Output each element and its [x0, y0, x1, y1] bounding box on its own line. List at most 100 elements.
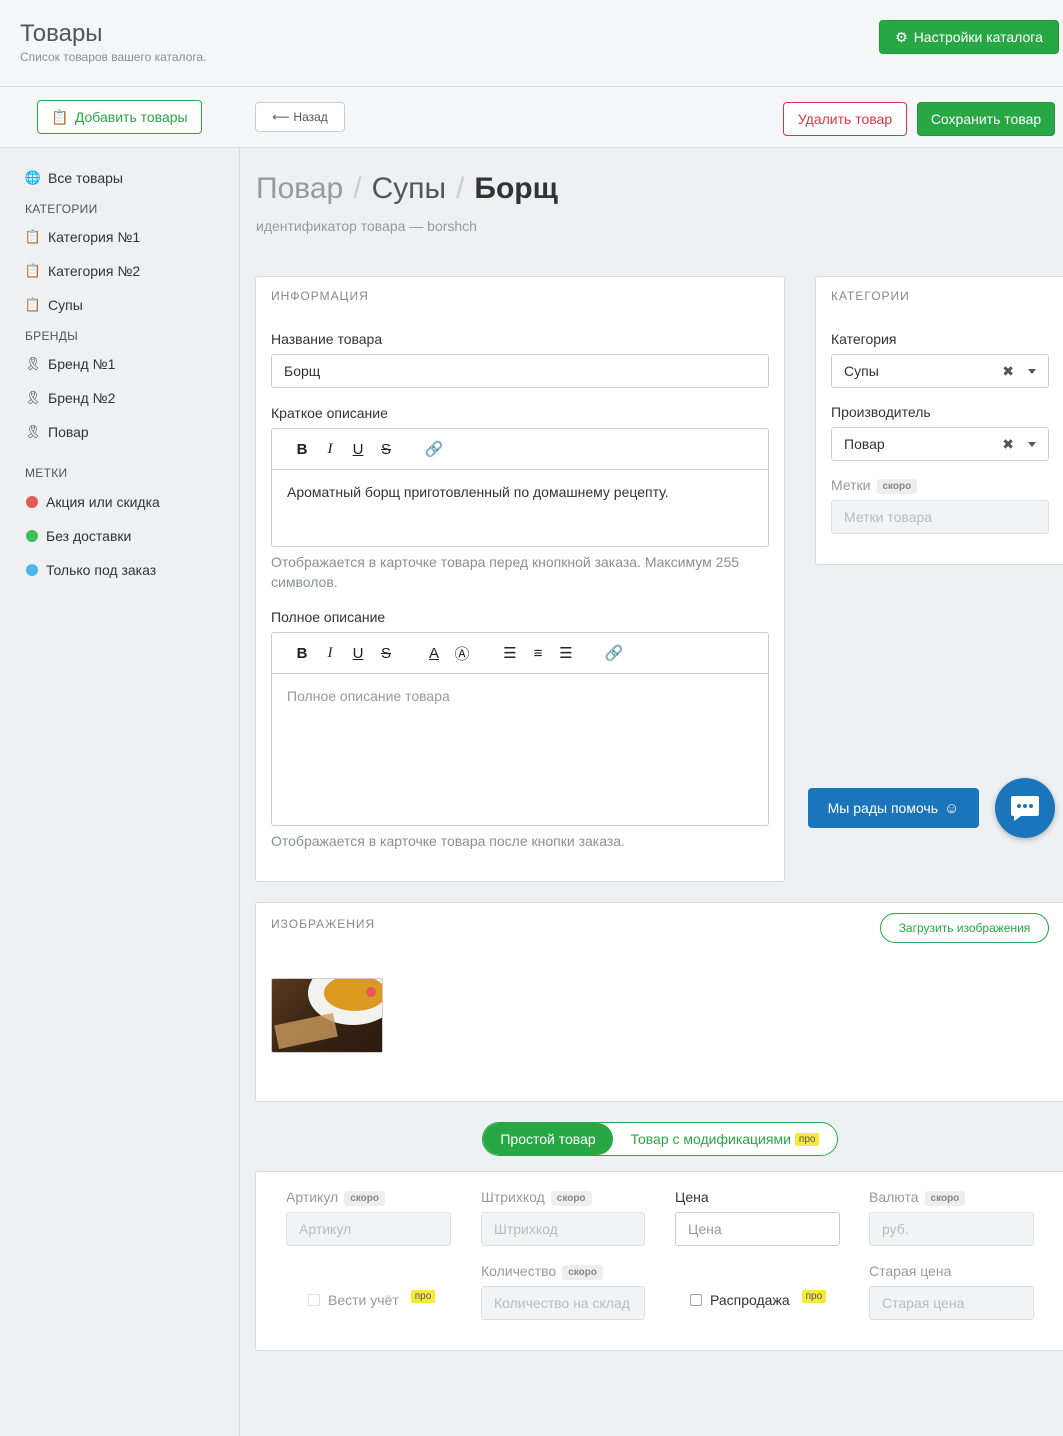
currency-input[interactable]: руб. — [869, 1212, 1034, 1246]
maker-label: Производитель — [831, 404, 931, 420]
award-icon: 🎗 — [24, 356, 42, 371]
arrow-left-icon: ⟵ — [272, 110, 290, 124]
award-icon: 🎗 — [24, 424, 42, 439]
short-desc-editor: B I U S 🔗 Ароматный борщ приготовленный … — [271, 428, 769, 547]
simple-product-tab[interactable]: Простой товар — [483, 1123, 613, 1155]
save-product-button[interactable]: Сохранить товар — [917, 102, 1055, 136]
checkbox[interactable] — [690, 1294, 702, 1306]
price-label: Цена — [675, 1189, 709, 1205]
remove-image-icon[interactable] — [366, 987, 376, 997]
align-left-icon[interactable]: ☰ — [552, 639, 580, 667]
bold-icon[interactable]: B — [288, 639, 316, 667]
italic-icon[interactable]: I — [316, 639, 344, 667]
pro-badge: про — [410, 1289, 436, 1303]
soon-badge: скоро — [876, 478, 918, 494]
sidebar — [0, 87, 240, 1436]
old-price-input[interactable]: Старая цена — [869, 1286, 1034, 1320]
sidebar-item-soups[interactable]: 📋 Супы — [25, 297, 83, 313]
images-panel-title: ИЗОБРАЖЕНИЯ — [271, 917, 376, 931]
sale-checkbox[interactable]: Распродажа про — [690, 1289, 827, 1308]
tags-input[interactable]: Метки товара — [831, 500, 1049, 534]
sku-label: Артикул скоро — [286, 1189, 385, 1206]
gear-icon: ⚙ — [895, 28, 908, 45]
track-stock-checkbox[interactable]: Вести учёт про — [308, 1289, 436, 1308]
price-input[interactable]: Цена — [675, 1212, 840, 1246]
ordered-list-icon[interactable]: ☰ — [496, 639, 524, 667]
strikethrough-icon[interactable]: S — [372, 435, 400, 463]
product-slug: идентификатор товара — borshch — [256, 218, 477, 234]
full-desc-toolbar: B I U S A Ⓐ ☰ ≡ ☰ 🔗 — [272, 633, 768, 674]
short-desc-toolbar: B I U S 🔗 — [272, 429, 768, 470]
full-desc-text[interactable]: Полное описание товара — [272, 674, 768, 718]
upload-images-button[interactable]: Загрузить изображения — [880, 913, 1049, 943]
soon-badge: скоро — [924, 1190, 966, 1206]
categories-heading: КАТЕГОРИИ — [25, 202, 98, 216]
quantity-input[interactable]: Количество на склад — [481, 1286, 645, 1320]
short-desc-text[interactable]: Ароматный борщ приготовленный по домашне… — [272, 470, 768, 514]
old-price-label: Старая цена — [869, 1263, 952, 1279]
help-button[interactable]: Мы рады помочь ☺ — [808, 788, 979, 828]
info-panel-title: ИНФОРМАЦИЯ — [271, 289, 369, 303]
clipboard-icon: 📋 — [24, 229, 42, 244]
highlight-icon[interactable]: Ⓐ — [448, 639, 476, 667]
short-desc-label: Краткое описание — [271, 405, 388, 421]
underline-icon[interactable]: U — [344, 435, 372, 463]
maker-select[interactable]: Повар ✖ — [831, 427, 1049, 461]
chevron-down-icon[interactable] — [1028, 368, 1036, 374]
clipboard-icon: 📋 — [24, 263, 42, 278]
delete-product-button[interactable]: Удалить товар — [783, 102, 907, 136]
clipboard-icon: 📋 — [51, 108, 69, 125]
soon-badge: скоро — [344, 1190, 385, 1206]
unordered-list-icon[interactable]: ≡ — [524, 639, 552, 667]
product-mode-toggle: Простой товар Товар с модификациями про — [482, 1122, 838, 1156]
quantity-label: Количество скоро — [481, 1263, 603, 1280]
tags-label: Метки скоро — [831, 477, 918, 494]
link-icon[interactable]: 🔗 — [600, 639, 628, 667]
pro-badge: про — [794, 1132, 820, 1146]
globe-icon: 🌐 — [24, 170, 42, 185]
pro-badge: про — [801, 1289, 827, 1303]
back-button[interactable]: ⟵ Назад — [255, 102, 345, 132]
font-color-icon[interactable]: A — [420, 639, 448, 667]
italic-icon[interactable]: I — [316, 435, 344, 463]
sidebar-item-tag-no-delivery[interactable]: Без доставки — [26, 528, 131, 544]
soon-badge: скоро — [550, 1190, 592, 1206]
sidebar-item-tag-on-order[interactable]: Только под заказ — [26, 562, 156, 578]
sidebar-item-tag-sale[interactable]: Акция или скидка — [26, 494, 160, 510]
breadcrumb-category[interactable]: Супы — [372, 172, 446, 205]
breadcrumb: Повар / Супы / Борщ — [256, 172, 558, 205]
name-input[interactable]: Борщ — [271, 354, 769, 388]
checkbox[interactable] — [308, 1294, 320, 1306]
sidebar-item-all-products[interactable]: 🌐 Все товары — [24, 170, 123, 186]
chat-button[interactable] — [995, 778, 1055, 838]
green-dot-icon — [26, 530, 38, 542]
full-desc-help: Отображается в карточке товара после кно… — [271, 833, 625, 849]
tags-heading: МЕТКИ — [25, 466, 68, 480]
sidebar-item-category-1[interactable]: 📋 Категория №1 — [24, 229, 140, 245]
clear-icon[interactable]: ✖ — [1002, 363, 1014, 380]
clear-icon[interactable]: ✖ — [1002, 436, 1014, 453]
variants-product-tab[interactable]: Товар с модификациями про — [613, 1123, 837, 1155]
add-products-button[interactable]: 📋 Добавить товары — [37, 100, 202, 134]
sidebar-item-brand-2[interactable]: 🎗 Бренд №2 — [25, 390, 116, 406]
name-label: Название товара — [271, 331, 383, 347]
bold-icon[interactable]: B — [288, 435, 316, 463]
sidebar-item-brand-chef[interactable]: 🎗 Повар — [24, 424, 89, 440]
smile-icon: ☺ — [944, 799, 960, 817]
sidebar-item-brand-1[interactable]: 🎗 Бренд №1 — [24, 356, 116, 372]
breadcrumb-brand[interactable]: Повар — [256, 172, 343, 205]
category-select[interactable]: Супы ✖ — [831, 354, 1049, 388]
chevron-down-icon[interactable] — [1028, 441, 1036, 447]
brands-heading: БРЕНДЫ — [25, 329, 79, 343]
catalog-settings-button[interactable]: ⚙ Настройки каталога — [879, 20, 1059, 54]
link-icon[interactable]: 🔗 — [420, 435, 448, 463]
barcode-input[interactable]: Штрихкод — [481, 1212, 645, 1246]
product-image-thumbnail[interactable] — [271, 978, 383, 1053]
sku-input[interactable]: Артикул — [286, 1212, 451, 1246]
sidebar-item-category-2[interactable]: 📋 Категория №2 — [24, 263, 140, 279]
strikethrough-icon[interactable]: S — [372, 639, 400, 667]
categories-panel-title: КАТЕГОРИИ — [831, 289, 910, 303]
category-label: Категория — [831, 331, 897, 347]
underline-icon[interactable]: U — [344, 639, 372, 667]
breadcrumb-current: Борщ — [474, 172, 558, 205]
